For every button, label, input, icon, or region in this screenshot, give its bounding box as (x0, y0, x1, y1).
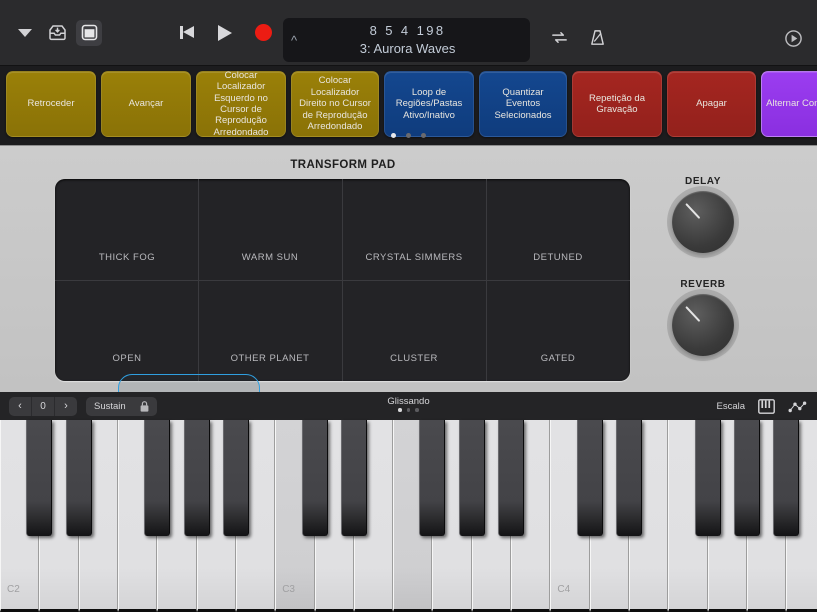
shortcut-button-label: Colocar Localizador Direito no Cursor de… (296, 75, 374, 132)
shortcut-button-0[interactable]: Retroceder (6, 71, 96, 137)
transform-pad-panel: TRANSFORM PAD THICK FOG WARM SUN CRYSTAL S… (0, 145, 817, 392)
delay-knob-pointer (685, 203, 700, 219)
play-button[interactable] (218, 25, 232, 41)
black-key-19[interactable] (773, 420, 799, 536)
grid-line-h1 (55, 280, 630, 281)
top-toolbar: ^ 8 5 4 198 3: Aurora Waves (0, 0, 817, 66)
metronome-icon[interactable] (588, 28, 607, 47)
delay-knob-label: DELAY (672, 176, 734, 187)
transform-cell-label-3[interactable]: DETUNED (533, 252, 582, 263)
shortcut-button-5[interactable]: Quantizar Eventos Selecionados (479, 71, 567, 137)
keyboard-page-dots[interactable] (0, 408, 817, 412)
shortcut-button-3[interactable]: Colocar Localizador Direito no Cursor de… (291, 71, 379, 137)
black-key-7[interactable] (302, 420, 328, 536)
black-key-14[interactable] (577, 420, 603, 536)
white-key-note-label: C2 (7, 584, 20, 595)
black-key-4[interactable] (184, 420, 210, 536)
page-dot-0[interactable] (391, 133, 396, 138)
keyboard-page-dot-1[interactable] (407, 408, 411, 412)
page-dot-1[interactable] (406, 133, 411, 138)
shortcut-button-label: Colocar Localizador Esquerdo no Cursor d… (201, 70, 281, 138)
black-key-18[interactable] (734, 420, 760, 536)
reverb-knob-pointer (685, 306, 700, 322)
reverb-knob[interactable] (672, 294, 734, 356)
shortcut-button-label: Retroceder (28, 98, 75, 109)
rewind-button[interactable] (180, 25, 195, 40)
transform-pad-surface[interactable]: THICK FOG WARM SUN CRYSTAL SIMMERS DETUNED O… (55, 179, 630, 381)
white-key-note-label: C4 (557, 584, 570, 595)
black-key-1[interactable] (66, 420, 92, 536)
window-toggle-icon[interactable] (76, 20, 102, 46)
delay-knob[interactable] (672, 191, 734, 253)
keyboard-control-bar: ‹ 0 › Sustain Glissando Escala (0, 392, 817, 420)
shortcut-button-4[interactable]: Loop de Regiões/Pastas Ativo/Inativo (384, 71, 474, 137)
black-key-12[interactable] (498, 420, 524, 536)
record-button[interactable] (255, 24, 272, 41)
lcd-expand-chevron-icon[interactable]: ^ (283, 34, 297, 47)
keyboard-page-dot-0[interactable] (398, 408, 402, 412)
transform-cell-label-7[interactable]: GATED (541, 353, 576, 364)
shortcut-button-label: Apagar (696, 98, 727, 109)
lcd-readout: 8 5 4 198 3: Aurora Waves (297, 23, 530, 57)
lcd-display[interactable]: ^ 8 5 4 198 3: Aurora Waves (283, 18, 530, 62)
lcd-position-value: 8 5 4 198 (297, 23, 518, 39)
lcd-project-name: 3: Aurora Waves (297, 40, 518, 57)
shortcut-button-label: Alternar Contagem (766, 98, 817, 109)
chevron-down-glyph (18, 29, 32, 37)
piano-keys-icon[interactable] (758, 399, 775, 414)
black-key-15[interactable] (616, 420, 642, 536)
toolbar-right-group (550, 28, 607, 47)
shortcut-button-2[interactable]: Colocar Localizador Esquerdo no Cursor d… (196, 71, 286, 137)
arpeggiator-icon[interactable] (788, 399, 807, 414)
shortcut-button-label: Avançar (129, 98, 164, 109)
library-icon[interactable] (44, 20, 70, 46)
transform-cell-label-0[interactable]: THICK FOG (99, 252, 155, 263)
cycle-icon[interactable] (550, 28, 569, 47)
window-glyph (81, 24, 98, 41)
keyboard-page-dot-2[interactable] (415, 408, 419, 412)
shortcut-button-6[interactable]: Repetição da Gravação (572, 71, 662, 137)
reverb-knob-label: REVERB (672, 279, 734, 290)
black-key-5[interactable] (223, 420, 249, 536)
black-key-11[interactable] (459, 420, 485, 536)
settings-icon[interactable] (784, 29, 803, 48)
glissando-group: Glissando (0, 392, 817, 412)
shortcut-button-label: Repetição da Gravação (577, 93, 657, 116)
transform-cell-label-4[interactable]: OPEN (113, 353, 142, 364)
shortcut-button-7[interactable]: Apagar (667, 71, 756, 137)
shortcut-button-label: Quantizar Eventos Selecionados (484, 87, 562, 121)
shortcut-button-label: Loop de Regiões/Pastas Ativo/Inativo (389, 87, 469, 121)
white-key-note-label: C3 (282, 584, 295, 595)
transform-cell-label-5[interactable]: OTHER PLANET (231, 353, 310, 364)
reverb-knob-group: REVERB (672, 279, 734, 356)
toolbar-left-group (0, 20, 102, 46)
black-key-3[interactable] (144, 420, 170, 536)
page-dot-2[interactable] (421, 133, 426, 138)
black-key-8[interactable] (341, 420, 367, 536)
transform-cell-label-1[interactable]: WARM SUN (242, 252, 298, 263)
strip-page-dots[interactable] (0, 133, 817, 138)
black-key-17[interactable] (695, 420, 721, 536)
shortcut-button-8[interactable]: Alternar Contagem (761, 71, 817, 137)
chevron-down-icon[interactable] (12, 20, 38, 46)
piano-keyboard[interactable]: C2 C3 C4 (0, 420, 817, 612)
keyboard-bar-right-group: Escala (716, 399, 807, 414)
transport-controls (180, 24, 272, 41)
escala-label[interactable]: Escala (716, 401, 745, 412)
delay-knob-group: DELAY (672, 176, 734, 253)
transform-cell-label-6[interactable]: CLUSTER (390, 353, 438, 364)
transform-cell-label-2[interactable]: CRYSTAL SIMMERS (365, 252, 462, 263)
black-key-10[interactable] (419, 420, 445, 536)
shortcut-button-1[interactable]: Avançar (101, 71, 191, 137)
garageband-window: ^ 8 5 4 198 3: Aurora Waves Retroceder Av… (0, 0, 817, 612)
library-glyph (48, 24, 67, 41)
panel-title: TRANSFORM PAD (0, 159, 686, 171)
black-key-0[interactable] (26, 420, 52, 536)
